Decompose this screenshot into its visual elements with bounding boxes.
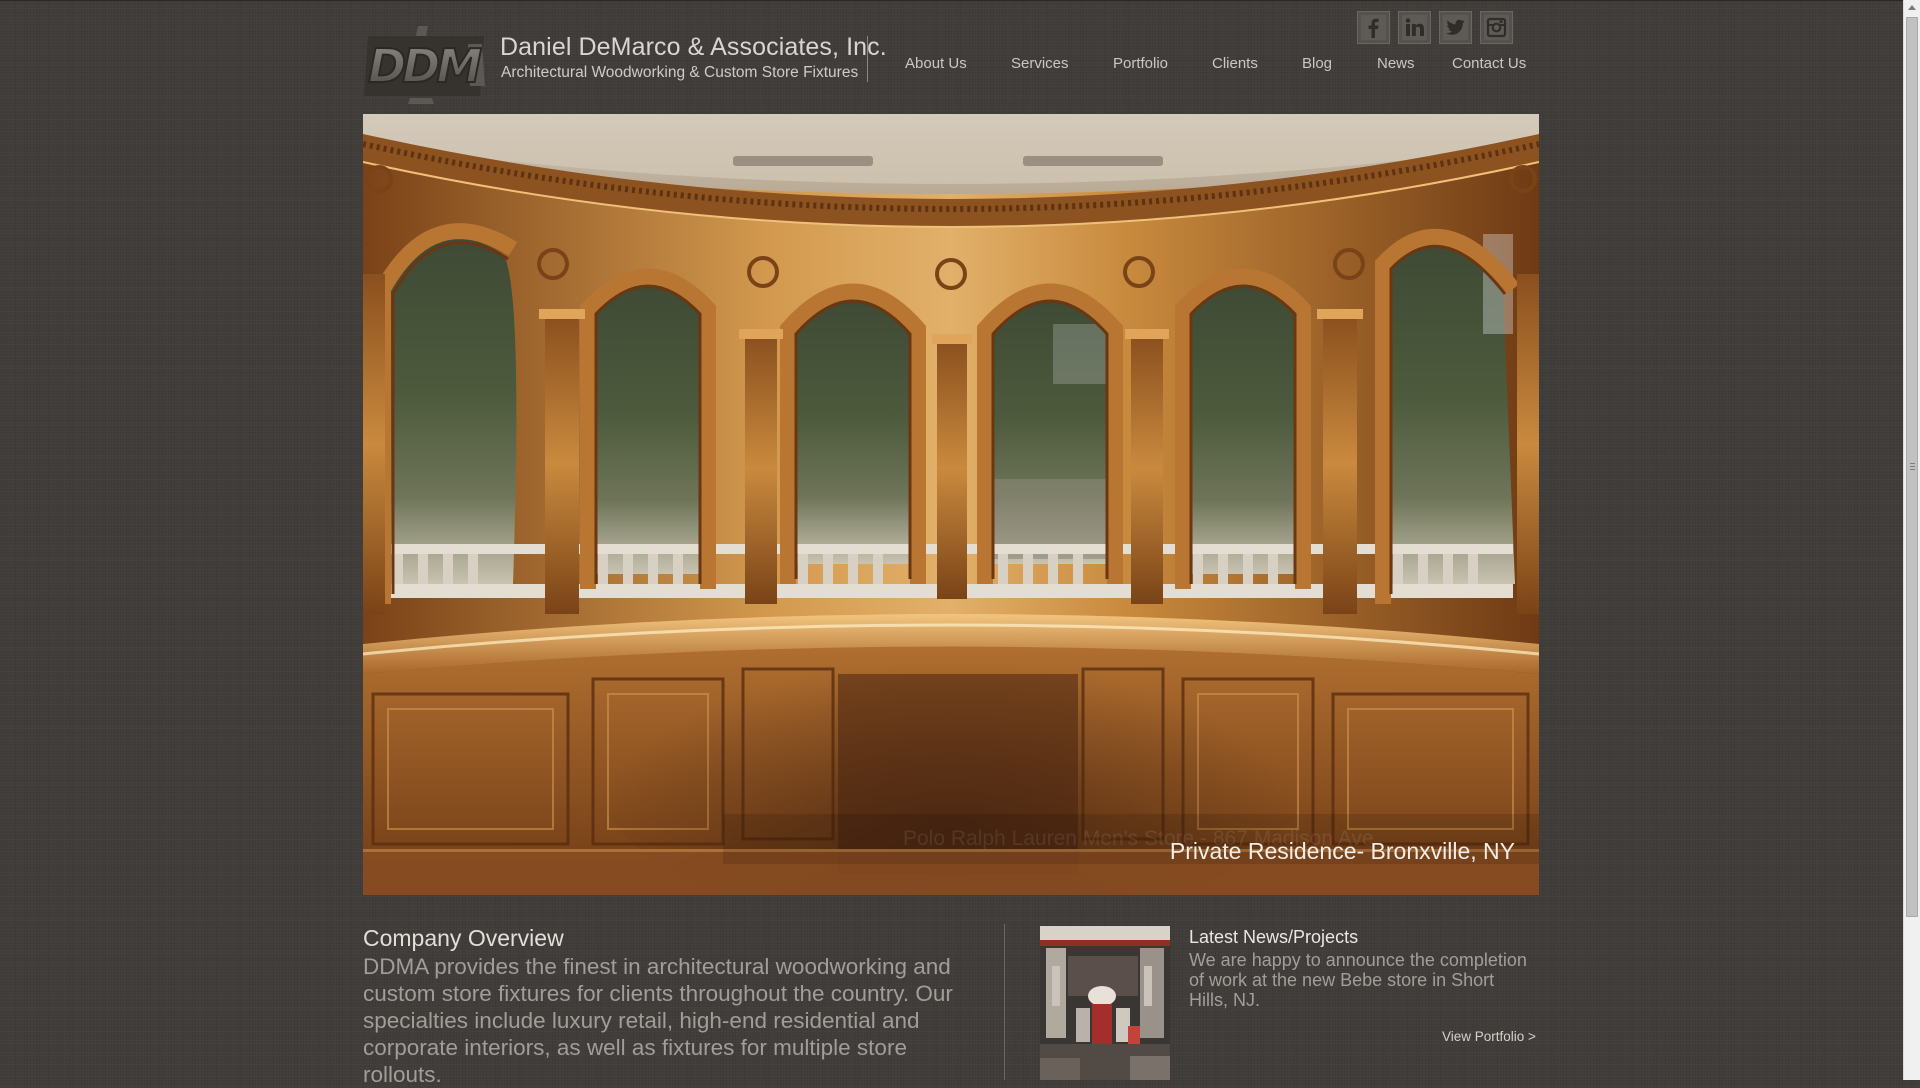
instagram-icon[interactable] [1480, 11, 1513, 44]
brand-tagline: Architectural Woodworking & Custom Store… [501, 64, 859, 81]
hero-caption: Private Residence- Bronxville, NY [1169, 838, 1515, 864]
twitter-icon[interactable] [1439, 11, 1472, 44]
linkedin-icon[interactable] [1398, 11, 1431, 44]
nav-services[interactable]: Services [1011, 55, 1069, 72]
ddm-logo-icon[interactable]: DDM [362, 22, 487, 104]
vertical-scrollbar[interactable] [1903, 0, 1920, 1080]
nav-portfolio[interactable]: Portfolio [1113, 55, 1168, 72]
grip-line [1910, 463, 1915, 464]
news-thumbnail[interactable] [1040, 926, 1170, 1080]
nav-contact-us[interactable]: Contact Us [1452, 55, 1526, 72]
news-title: Latest News/Projects [1189, 927, 1359, 947]
grip-line [1910, 469, 1915, 470]
top-border [0, 0, 1903, 1]
scroll-up-arrow-icon[interactable] [1904, 0, 1920, 16]
grip-line [1910, 466, 1915, 467]
news-body: We are happy to announce the completion … [1189, 950, 1527, 1010]
view-portfolio-link[interactable]: View Portfolio > [1442, 1029, 1536, 1044]
brand-name: Daniel DeMarco & Associates, Inc. [500, 33, 887, 61]
nav-news[interactable]: News [1377, 55, 1415, 72]
facebook-icon[interactable] [1357, 11, 1390, 44]
overview-body: DDMA provides the finest in architectura… [363, 954, 953, 1087]
page: DDM Daniel DeMarco & Associates, Inc. Ar… [0, 0, 1903, 1087]
nav-clients[interactable]: Clients [1212, 55, 1258, 72]
header-divider [867, 36, 868, 82]
hero-image: Polo Ralph Lauren Men's Store - 867 Madi… [363, 114, 1539, 895]
column-divider [1004, 924, 1005, 1080]
scroll-thumb[interactable] [1906, 17, 1918, 917]
nav-blog[interactable]: Blog [1302, 55, 1332, 72]
svg-text:DDM: DDM [368, 39, 481, 93]
overview-title: Company Overview [363, 925, 564, 951]
nav-about-us[interactable]: About Us [905, 55, 967, 72]
